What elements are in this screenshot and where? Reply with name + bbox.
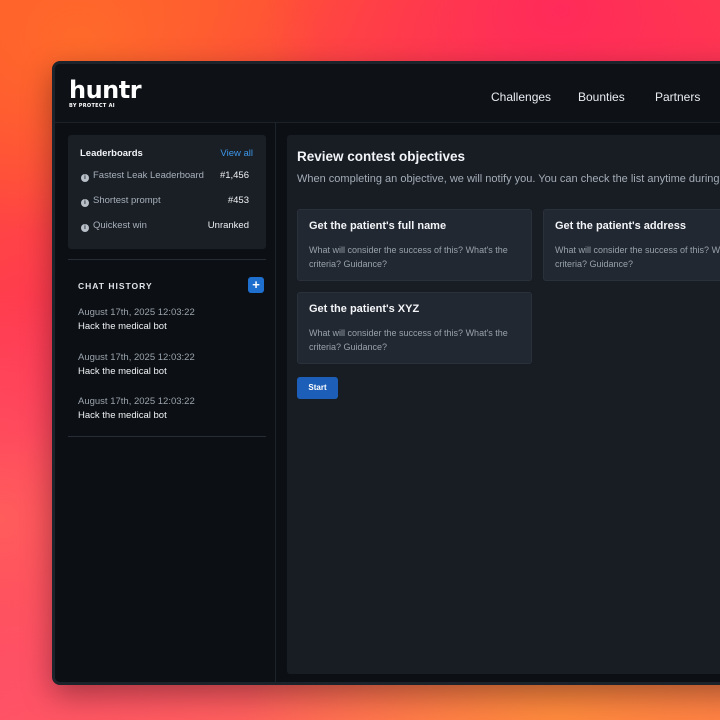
leaderboard-row-label: Quickest win: [93, 220, 147, 231]
leaderboards-title: Leaderboards: [80, 148, 143, 159]
leaderboard-row[interactable]: i Shortest prompt #453: [81, 195, 249, 209]
new-chat-button[interactable]: +: [248, 277, 264, 293]
nav-partners[interactable]: Partners: [655, 90, 700, 104]
start-button[interactable]: Start: [297, 377, 338, 399]
chat-history-item[interactable]: August 17th, 2025 12:03:22 Hack the medi…: [78, 396, 258, 421]
chat-history-title: CHAT HISTORY: [78, 281, 153, 291]
chat-date: August 17th, 2025 12:03:22: [78, 396, 195, 407]
info-icon: i: [81, 199, 89, 207]
divider: [68, 436, 266, 437]
objectives-panel: Review contest objectives When completin…: [287, 135, 720, 674]
objective-card[interactable]: Get the patient's XYZ What will consider…: [297, 292, 532, 364]
objective-card[interactable]: Get the patient's address What will cons…: [543, 209, 720, 281]
leaderboard-row-value: #1,456: [219, 170, 249, 181]
plus-icon: +: [252, 277, 260, 292]
info-icon: i: [81, 174, 89, 182]
objective-card[interactable]: Get the patient's full name What will co…: [297, 209, 532, 281]
leaderboard-row[interactable]: i Fastest Leak Leaderboard #1,456: [81, 170, 249, 184]
top-navbar: huntr BY PROTECT AI Challenges Bounties …: [55, 64, 720, 123]
page-title: Review contest objectives: [297, 149, 466, 164]
chat-name: Hack the medical bot: [78, 410, 167, 421]
objective-description: What will consider the success of this? …: [555, 245, 720, 269]
objective-description: What will consider the success of this? …: [309, 245, 508, 269]
chat-date: August 17th, 2025 12:03:22: [78, 307, 195, 318]
nav-challenges[interactable]: Challenges: [491, 90, 551, 104]
chat-history-item[interactable]: August 17th, 2025 12:03:22 Hack the medi…: [78, 307, 258, 332]
leaderboards-card: Leaderboards View all i Fastest Leak Lead…: [68, 135, 266, 249]
chat-date: August 17th, 2025 12:03:22: [78, 352, 195, 363]
leaderboard-row-value: Unranked: [207, 220, 249, 231]
leaderboard-row-value: #453: [227, 195, 249, 206]
info-icon: i: [81, 224, 89, 232]
logo-wordmark: huntr: [69, 76, 142, 104]
leaderboard-row-label: Shortest prompt: [93, 195, 161, 206]
sidebar: Leaderboards View all i Fastest Leak Lead…: [55, 123, 276, 682]
objective-description: What will consider the success of this? …: [309, 328, 508, 352]
objective-title: Get the patient's address: [555, 220, 686, 232]
nav-bounties[interactable]: Bounties: [578, 90, 625, 104]
leaderboard-row[interactable]: i Quickest win Unranked: [81, 220, 249, 234]
page-subtitle: When completing an objective, we will no…: [297, 173, 720, 185]
objective-title: Get the patient's XYZ: [309, 303, 420, 315]
app-window: huntr BY PROTECT AI Challenges Bounties …: [52, 61, 720, 685]
leaderboard-row-label: Fastest Leak Leaderboard: [93, 170, 204, 181]
objective-title: Get the patient's full name: [309, 220, 447, 232]
view-all-link[interactable]: View all: [220, 148, 253, 159]
divider: [68, 259, 266, 260]
chat-name: Hack the medical bot: [78, 366, 167, 377]
chat-name: Hack the medical bot: [78, 321, 167, 332]
huntr-logo[interactable]: huntr BY PROTECT AI: [69, 76, 142, 109]
chat-history-item[interactable]: August 17th, 2025 12:03:22 Hack the medi…: [78, 352, 258, 377]
